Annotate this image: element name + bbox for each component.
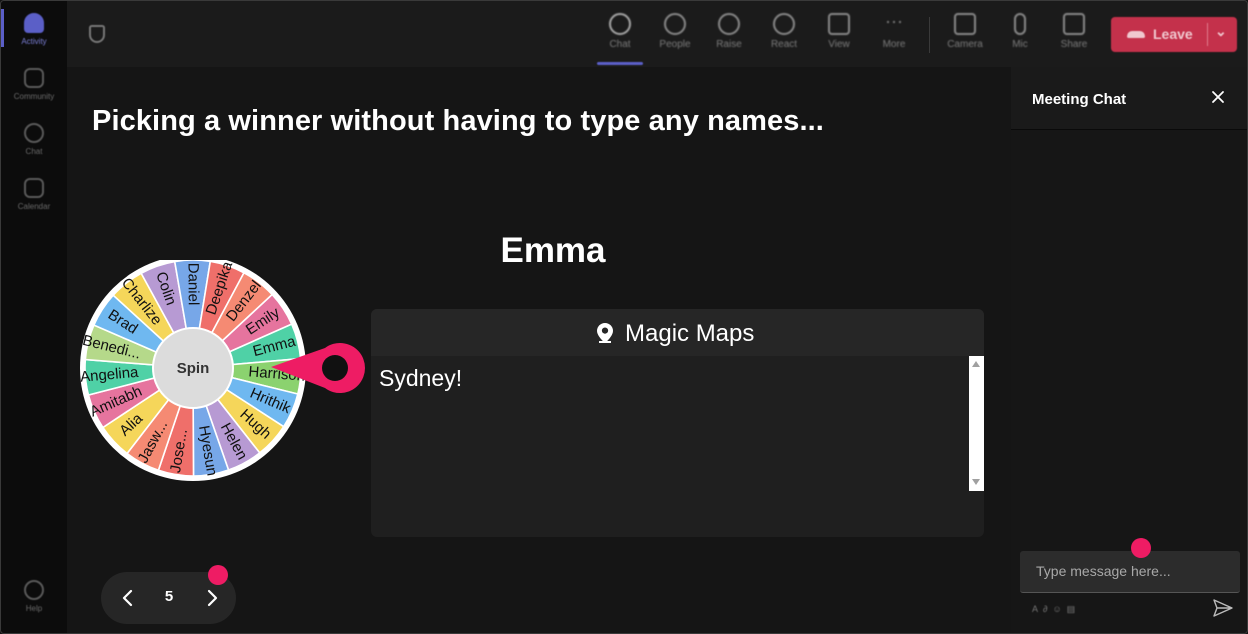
chevron-down-icon[interactable]: ⌄ (1215, 23, 1227, 40)
name-wheel[interactable]: Emily Emma Harrison Hrithik Hugh Helen Hyesun J… (77, 260, 373, 492)
rail-item-label: Activity (21, 37, 47, 46)
gif-icon[interactable]: ▤ (1067, 604, 1081, 614)
toolbar-people-button[interactable]: People (650, 11, 700, 61)
toolbar-react-button[interactable]: React (759, 11, 809, 61)
scroll-up-arrow-icon[interactable] (972, 361, 980, 367)
community-icon (24, 68, 44, 88)
leave-button[interactable]: Leave ⌄ (1111, 17, 1237, 52)
toolbar-button-label: React (770, 39, 798, 50)
grid-icon (828, 13, 850, 35)
toolbar-divider (929, 17, 930, 53)
map-pin-icon (597, 323, 613, 343)
mic-icon (1014, 13, 1026, 35)
chat-format-tools[interactable]: A∂☺▤ (1032, 604, 1080, 615)
rail-item-activity[interactable]: Activity (1, 13, 67, 46)
toolbar-button-label: Raise (716, 39, 742, 50)
emoji-icon[interactable]: ☺ (1052, 604, 1066, 614)
toolbar-button-label: Mic (1012, 39, 1028, 50)
toolbar-raise-button[interactable]: Raise (704, 11, 754, 61)
rail-item-chat[interactable]: Chat (1, 123, 67, 156)
calendar-icon (24, 178, 44, 198)
more-icon: ··· (885, 11, 903, 31)
toolbar-button-label: People (659, 39, 691, 50)
magic-maps-panel: Magic Maps Sydney! (371, 309, 984, 537)
chat-icon (609, 13, 631, 35)
toolbar-button-label: Share (1060, 39, 1088, 50)
toolbar-more-button[interactable]: ··· More (869, 11, 919, 61)
rail-item-label: Community (13, 92, 55, 101)
chat-icon (24, 123, 44, 143)
rail-item-label: Calendar (17, 202, 51, 211)
toolbar-chat-button[interactable]: Chat (595, 11, 645, 61)
close-icon[interactable] (1208, 87, 1228, 107)
pointer-hole (322, 355, 348, 381)
scroll-down-arrow-icon[interactable] (972, 479, 980, 485)
toolbar-button-label: Chat (609, 39, 631, 50)
chevron-left-icon[interactable] (117, 584, 139, 612)
leave-label: Leave (1153, 26, 1193, 42)
shield-icon[interactable] (89, 25, 105, 43)
wheel-name-label: Daniel (185, 263, 202, 306)
raise-hand-icon (718, 13, 740, 35)
shared-stage: Picking a winner without having to type … (67, 67, 1011, 633)
rail-item-label: Chat (25, 147, 43, 156)
smile-icon (773, 13, 795, 35)
toolbar-button-label: More (882, 39, 906, 50)
page-number: 5 (164, 588, 174, 605)
rail-item-calendar[interactable]: Calendar (1, 178, 67, 211)
camera-off-icon (954, 13, 976, 35)
rail-item-label: Help (25, 604, 43, 613)
slide-title: Picking a winner without having to type … (92, 105, 824, 137)
chat-header: Meeting Chat (1011, 67, 1247, 130)
wheel-graphic: EmilyEmmaHarrisonHrithikHughHelenHyesunJ… (79, 260, 366, 481)
chat-message-input[interactable] (1020, 551, 1240, 591)
toolbar-share-button[interactable]: Share (1049, 11, 1099, 61)
phone-hangup-icon (1127, 31, 1145, 38)
toolbar-view-button[interactable]: View (814, 11, 864, 61)
chat-message-field[interactable] (1020, 551, 1240, 593)
panel-title: Magic Maps (625, 320, 755, 347)
people-icon (664, 13, 686, 35)
meeting-toolbar: Chat People Raise React View ··· More Ca… (67, 1, 1247, 67)
active-tab-underline (597, 62, 643, 65)
toolbar-button-label: Camera (947, 39, 983, 50)
format-icon[interactable]: A (1032, 604, 1043, 614)
toolbar-button-label: View (828, 39, 850, 50)
meeting-chat-panel: Meeting Chat A∂☺▤ (1011, 67, 1247, 633)
toolbar-camera-button[interactable]: Camera (940, 11, 990, 61)
panel-header: Magic Maps (371, 309, 984, 356)
rail-item-community[interactable]: Community (1, 68, 67, 101)
panel-scrollbar[interactable] (969, 356, 984, 491)
highlight-dot (1131, 538, 1151, 558)
leave-divider (1207, 23, 1208, 46)
send-icon[interactable] (1213, 599, 1233, 617)
winner-name: Emma (500, 231, 606, 270)
share-icon (1063, 13, 1085, 35)
highlight-dot (208, 565, 228, 585)
chat-title: Meeting Chat (1032, 91, 1127, 108)
help-icon (24, 580, 44, 600)
rail-item-help[interactable]: Help (1, 580, 67, 613)
spin-label: Spin (177, 360, 210, 377)
app-rail: Activity Community Chat Calendar Help (1, 1, 67, 633)
panel-answer-text: Sydney! (379, 365, 463, 391)
toolbar-mic-button[interactable]: Mic (995, 11, 1045, 61)
chevron-right-icon[interactable] (201, 584, 223, 612)
teams-meeting-window: Activity Community Chat Calendar Help Ch… (0, 0, 1248, 634)
bell-icon (24, 13, 44, 33)
